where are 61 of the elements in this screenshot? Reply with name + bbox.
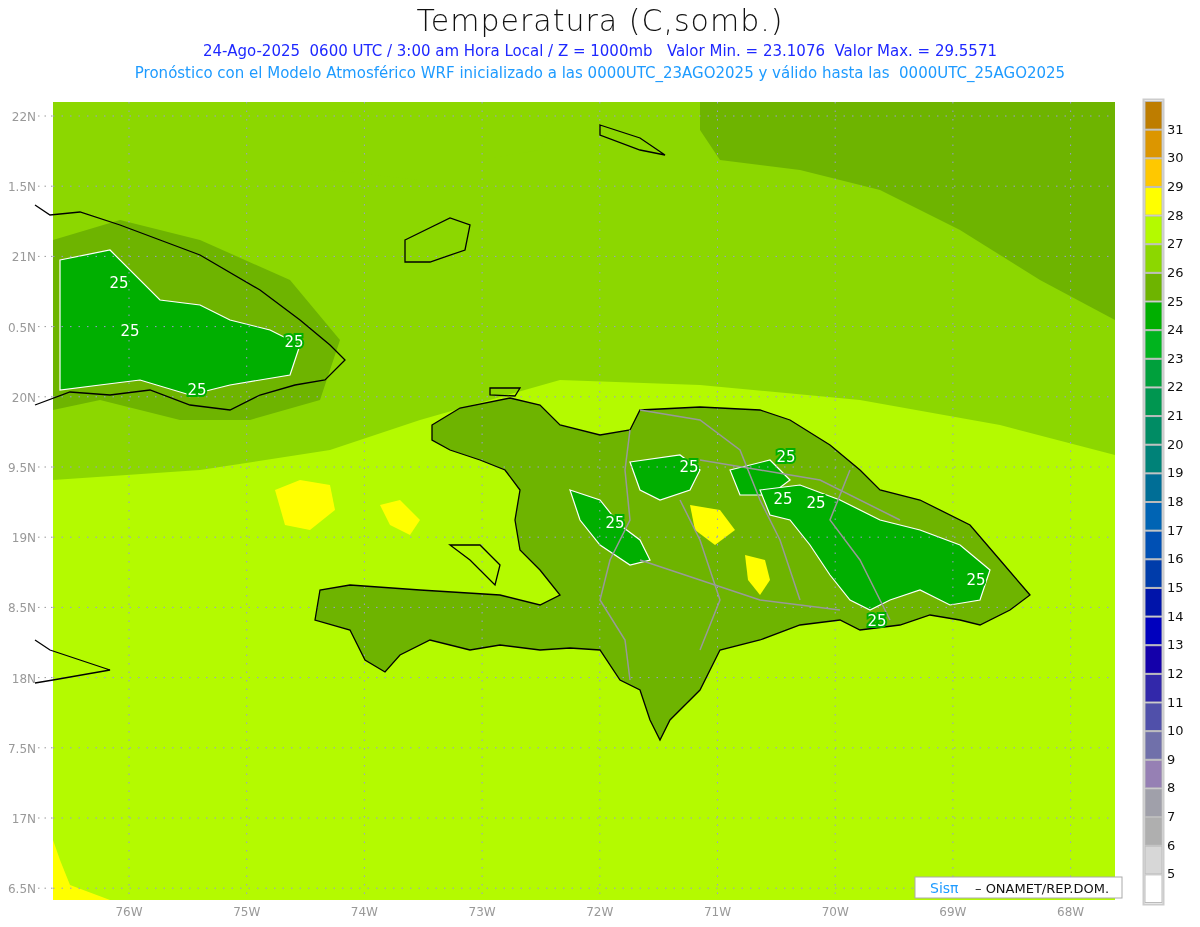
legend-label: 24 [1167, 322, 1184, 338]
contour-label: 25 [120, 322, 140, 340]
contour-label: 25 [966, 571, 986, 589]
legend-label: 25 [1167, 293, 1184, 309]
forecast-time-text: 24-Ago-2025 0600 UTC / 3:00 am Hora Local / Z = 1000mb Valor Min. = 23.1076 Valor Max. = 29.5571 [203, 41, 997, 62]
longitude-label: 72W [586, 905, 614, 919]
longitude-label: 69W [939, 905, 967, 919]
legend-label: 8 [1167, 780, 1176, 796]
latitude-label: 20N [11, 390, 36, 405]
contour-label: 25 [773, 490, 793, 508]
legend-label: 27 [1167, 236, 1184, 252]
longitude-label: 73W [468, 905, 496, 919]
legend-label: 13 [1167, 637, 1184, 653]
legend-label: 28 [1167, 207, 1184, 223]
longitude-label: 75W [233, 905, 261, 919]
legend-label: 26 [1167, 264, 1184, 280]
longitude-label: 71W [703, 905, 732, 919]
latitude-label: 17N [11, 812, 36, 826]
legend-label: 18 [1167, 494, 1184, 509]
legend-label: 21 [1167, 408, 1184, 424]
longitude-label: 74W [350, 905, 378, 919]
longitude-label: 76W [115, 905, 143, 919]
legend-label: 11 [1167, 694, 1184, 710]
legend-label: 30 [1167, 150, 1184, 166]
legend-label: 9 [1167, 751, 1176, 767]
model-info-text: Pronóstico con el Modelo Atmosférico WRF inicializado a las 0000UTC_23AGO2025 y válido hasta las 0000UTC_25AGO2025 [134, 63, 1066, 84]
legend-label: 15 [1167, 579, 1184, 595]
legend-label: 5 [1167, 866, 1176, 882]
latitude-label: 7.5N [7, 741, 36, 756]
latitude-label: 9.5N [7, 461, 36, 475]
legend-label: 12 [1167, 665, 1184, 681]
contour-label: 25 [776, 448, 796, 466]
latitude-label: 18N [11, 671, 36, 686]
legend-label: 19 [1167, 465, 1184, 481]
legend-label: 16 [1167, 551, 1184, 567]
legend-label: 22 [1167, 379, 1184, 395]
legend-label: 7 [1167, 809, 1176, 825]
legend-label: 17 [1167, 522, 1184, 538]
latitude-label: 0.5N [7, 320, 36, 335]
latitude-label: 6.5N [7, 882, 36, 897]
longitude-label: 68W [1057, 905, 1085, 919]
legend-label: 10 [1167, 723, 1184, 739]
legend-label: 14 [1167, 608, 1184, 624]
legend-label: 6 [1167, 837, 1176, 853]
legend-label: 29 [1167, 178, 1184, 194]
logo-text: Sisπ [930, 880, 959, 896]
latitude-label: 21N [11, 250, 36, 265]
latitude-label: 8.5N [7, 601, 36, 616]
contour-label: 25 [806, 494, 826, 512]
contour-label: 25 [867, 612, 887, 630]
map-title: Temperatura (C,somb.) [416, 2, 784, 40]
latitude-label: 1.5N [7, 180, 36, 195]
legend-label: 20 [1167, 436, 1184, 452]
legend-label: 23 [1167, 350, 1184, 366]
latitude-label: 22N [11, 110, 36, 124]
credit-text: – ONAMET/REP.DOM. [975, 881, 1110, 896]
contour-label: 25 [109, 274, 129, 292]
latitude-label: 19N [11, 531, 36, 546]
contour-label: 25 [679, 458, 699, 476]
legend-label: 31 [1167, 121, 1184, 137]
longitude-label: 70W [821, 905, 849, 919]
